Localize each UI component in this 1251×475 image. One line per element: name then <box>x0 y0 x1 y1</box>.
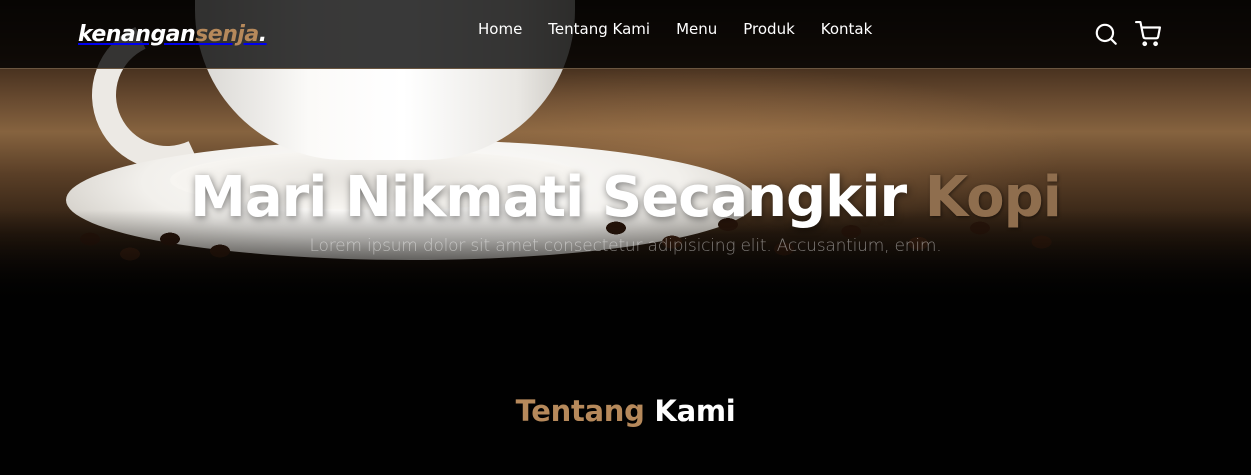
nav-icons <box>1093 21 1161 47</box>
hero-content: Mari Nikmati Secangkir Kopi Lorem ipsum … <box>0 165 1251 256</box>
nav-item-menu[interactable]: Menu <box>676 20 717 38</box>
nav-item-produk[interactable]: Produk <box>743 20 795 38</box>
nav-item-home[interactable]: Home <box>478 20 522 38</box>
hero-title-accent: Kopi <box>924 165 1062 230</box>
hero-title: Mari Nikmati Secangkir Kopi <box>0 165 1251 230</box>
nav-item-tentang-kami[interactable]: Tentang Kami <box>548 20 650 38</box>
brand-logo[interactable]: kenangansenja. <box>78 22 267 47</box>
brand-dot: . <box>258 21 267 47</box>
about-section-title: Tentang Kami <box>0 394 1251 428</box>
brand-part2: senja <box>195 21 259 47</box>
brand-part1: kenangan <box>78 21 196 47</box>
hero-subtitle: Lorem ipsum dolor sit amet consectetur a… <box>309 236 942 256</box>
about-title-accent: Tentang <box>515 394 645 428</box>
shopping-cart-icon[interactable] <box>1135 21 1161 47</box>
nav-item-kontak[interactable]: Kontak <box>821 20 873 38</box>
about-title-rest: Kami <box>654 394 736 428</box>
navbar: kenangansenja. Home Tentang Kami Menu Pr… <box>0 0 1251 69</box>
hero-title-main: Mari Nikmati Secangkir <box>190 165 907 230</box>
nav-links: Home Tentang Kami Menu Produk Kontak <box>478 20 872 38</box>
search-icon[interactable] <box>1093 21 1119 47</box>
